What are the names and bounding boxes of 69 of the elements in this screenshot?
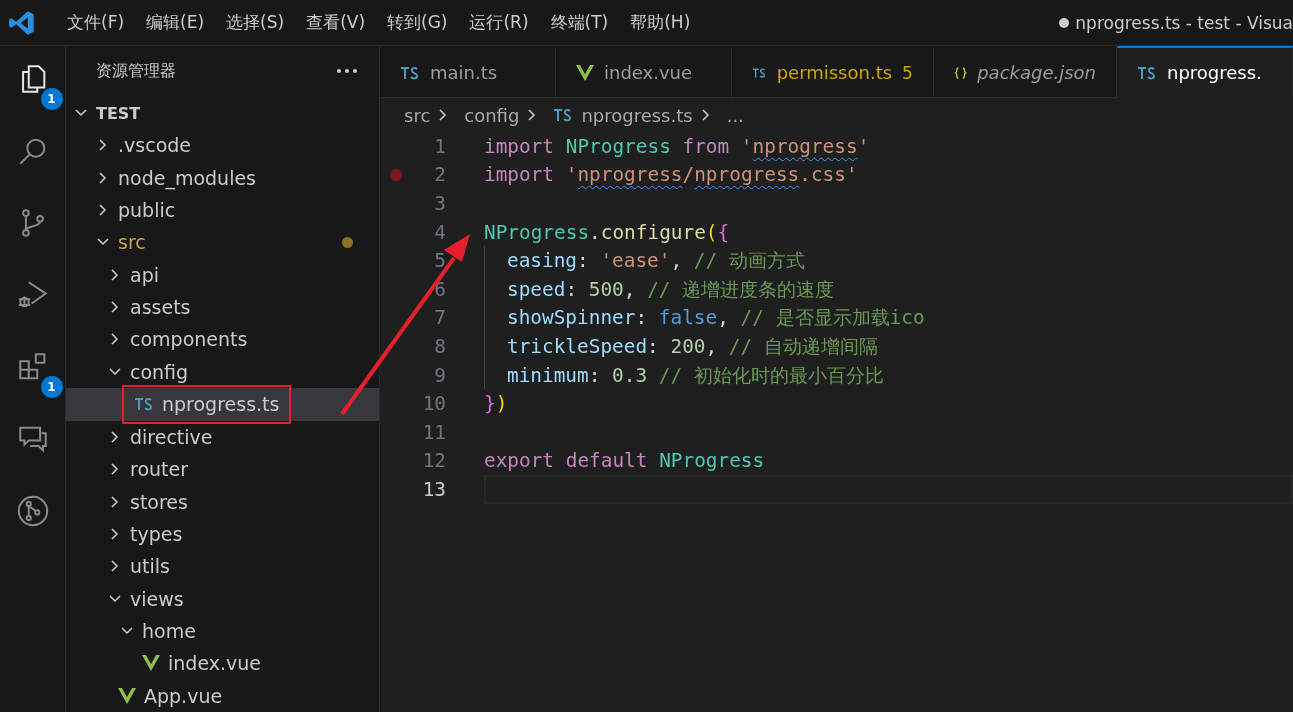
folder-item[interactable]: node_modules xyxy=(66,161,379,194)
line-number: 4 xyxy=(433,220,446,244)
window-title: nprogress.ts - test - Visua xyxy=(1075,12,1293,33)
code-line: import NProgress from 'nprogress' xyxy=(484,133,871,160)
code-line: export default NProgress xyxy=(484,448,766,475)
menu-item[interactable]: 查看(V) xyxy=(295,11,377,34)
line-number: 9 xyxy=(433,363,446,387)
breakpoint-dot[interactable] xyxy=(390,168,402,181)
editor-tab[interactable]: package.json xyxy=(933,46,1117,98)
vue-file-icon xyxy=(142,655,160,672)
editor-tab[interactable]: nprogress. xyxy=(1117,46,1293,98)
typescript-file-icon xyxy=(553,108,574,122)
folder-item[interactable]: stores xyxy=(66,485,379,518)
typescript-file-icon xyxy=(400,65,420,80)
folder-item[interactable]: assets xyxy=(66,290,379,324)
breadcrumb-item[interactable]: config xyxy=(464,104,520,126)
folder-item[interactable]: views xyxy=(66,582,379,615)
menu-item[interactable]: 编辑(E) xyxy=(135,11,216,34)
breadcrumb-item[interactable]: ... xyxy=(726,104,744,126)
folder-item[interactable]: utils xyxy=(66,550,379,583)
editor-tab[interactable]: permisson.ts 5 xyxy=(732,46,934,98)
line-number: 5 xyxy=(433,249,446,273)
vue-file-icon xyxy=(576,64,594,81)
modified-dot xyxy=(342,236,353,248)
line-number: 3 xyxy=(433,192,446,215)
more-icon[interactable] xyxy=(337,69,357,74)
menu-item[interactable]: 文件(F) xyxy=(56,11,136,34)
folder-item[interactable]: src xyxy=(66,226,379,259)
menu-item[interactable]: 帮助(H) xyxy=(619,11,702,34)
line-number: 10 xyxy=(421,392,446,416)
line-number: 6 xyxy=(433,277,446,301)
git-graph-icon[interactable] xyxy=(15,494,50,528)
workspace-root[interactable]: TEST xyxy=(66,96,379,130)
folder-item[interactable]: public xyxy=(66,193,379,227)
file-item[interactable]: index.vue xyxy=(66,647,379,680)
folder-item[interactable]: home xyxy=(66,614,379,648)
editor-tab[interactable]: index.vue xyxy=(556,46,732,98)
folder-item[interactable]: components xyxy=(66,323,379,356)
menu-item[interactable]: 选择(S) xyxy=(215,11,296,34)
explorer-title: 资源管理器 xyxy=(96,60,176,82)
folder-item[interactable]: types xyxy=(66,517,379,551)
typescript-file-icon xyxy=(1137,65,1157,80)
folder-item[interactable]: .vscode xyxy=(66,129,379,162)
vue-file-icon xyxy=(118,687,136,704)
breadcrumb-item[interactable]: nprogress.ts xyxy=(553,104,693,126)
code-line: import 'nprogress/nprogress.css' xyxy=(484,162,859,189)
problem-count: 5 xyxy=(902,62,913,83)
menu-item[interactable]: 终端(T) xyxy=(539,11,620,34)
menu-item[interactable]: 转到(G) xyxy=(376,11,459,34)
breadcrumb-item[interactable]: src xyxy=(404,104,431,126)
folder-item[interactable]: router xyxy=(66,453,379,486)
line-number: 12 xyxy=(421,449,446,473)
line-number: 11 xyxy=(421,420,446,444)
highlight-box: nprogress.ts xyxy=(122,384,292,424)
line-number: 7 xyxy=(433,306,446,330)
file-item[interactable]: App.vue xyxy=(66,679,379,712)
line-number: 13 xyxy=(421,477,446,501)
count-badge: 1 xyxy=(40,376,63,398)
folder-item[interactable]: api xyxy=(66,258,379,291)
file-item[interactable]: nprogress.ts xyxy=(66,387,379,421)
line-number: 2 xyxy=(433,163,446,187)
typescript-file-icon xyxy=(134,397,154,412)
line-number: 8 xyxy=(433,334,446,358)
menu-item[interactable]: 运行(R) xyxy=(458,11,540,34)
code-line: }) xyxy=(484,391,509,418)
editor-tab[interactable]: main.ts xyxy=(380,46,556,98)
line-number: 1 xyxy=(433,134,446,158)
code-line: NProgress.configure({ xyxy=(484,219,731,246)
count-badge: 1 xyxy=(40,88,63,110)
